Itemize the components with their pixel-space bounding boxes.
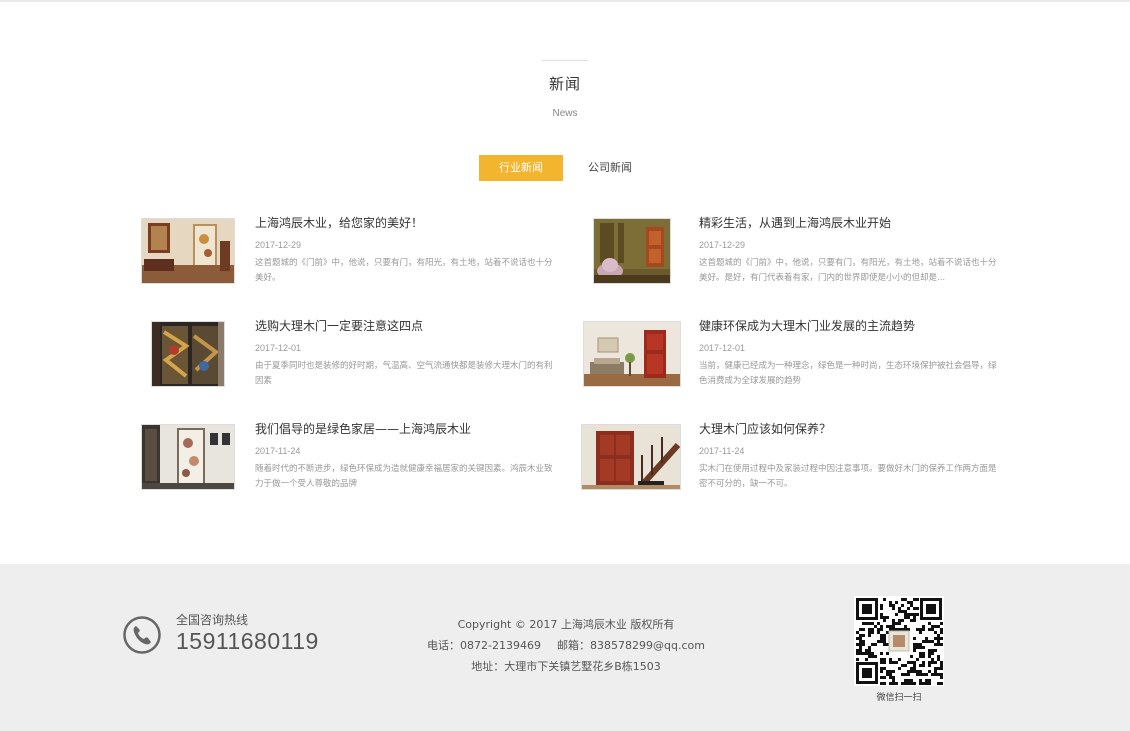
- contact-address: 地址：大理市下关镇艺墅花乡B栋1503: [471, 660, 661, 673]
- hotline-number[interactable]: 15911680119: [176, 628, 319, 655]
- news-section-header: 新闻 News: [0, 60, 1130, 119]
- contact-email[interactable]: 邮箱：838578299@qq.com: [557, 639, 705, 652]
- news-date: 2017-12-01: [699, 343, 746, 353]
- title-rule: [542, 60, 588, 61]
- news-thumbnail[interactable]: [581, 424, 681, 490]
- news-item[interactable]: 选购大理木门一定要注意这四点 2017-12-01 由于夏季同时也是装修的好时期…: [141, 319, 581, 401]
- news-title[interactable]: 上海鸿辰木业，给您家的美好！: [255, 214, 555, 231]
- news-item[interactable]: 上海鸿辰木业，给您家的美好！ 2017-12-29 这首题城的《门前》中，他说，…: [141, 216, 581, 298]
- tab-industry-news[interactable]: 行业新闻: [479, 155, 563, 181]
- qr-label: 微信扫一扫: [876, 693, 922, 703]
- news-title[interactable]: 选购大理木门一定要注意这四点: [255, 317, 555, 334]
- copyright-text: Copyright © 2017 上海鸿辰木业 版权所有: [457, 618, 675, 631]
- news-summary: 这首题城的《门前》中，他说，只要有门，有阳光，有土地，站着不说话也十分美好。: [255, 258, 553, 283]
- news-summary: 随着时代的不断进步，绿色环保成为造就健康幸福居家的关键因素。鸿辰木业致力于做一个…: [255, 464, 553, 489]
- news-item[interactable]: 大理木门应该如何保养？ 2017-11-24 实木门在使用过程中及家装过程中因注…: [581, 422, 1025, 504]
- news-thumbnail[interactable]: [593, 218, 671, 284]
- news-title[interactable]: 健康环保成为大理木门业发展的主流趋势: [699, 317, 999, 334]
- news-thumbnail[interactable]: [141, 218, 235, 284]
- news-date: 2017-11-24: [699, 446, 745, 456]
- phone-icon: [123, 616, 161, 654]
- news-item[interactable]: 健康环保成为大理木门业发展的主流趋势 2017-12-01 当前，健康已经成为一…: [583, 319, 1025, 401]
- news-summary: 这首题城的《门前》中，他说，只要有门，有阳光，有土地，站着不说话也十分美好。是好…: [699, 258, 997, 283]
- news-summary: 由于夏季同时也是装修的好时期，气温高、空气流通快都是装修大理木门的有利因素: [255, 361, 553, 386]
- news-title[interactable]: 我们倡导的是绿色家居——上海鸿辰木业: [255, 420, 555, 437]
- news-item[interactable]: 精彩生活，从遇到上海鸿辰木业开始 2017-12-29 这首题城的《门前》中，他…: [585, 216, 1025, 298]
- news-title[interactable]: 大理木门应该如何保养？: [699, 420, 999, 437]
- news-summary: 实木门在使用过程中及家装过程中因注意事项。要做好木门的保养工作两方面是密不可分的…: [699, 464, 997, 489]
- news-summary: 当前，健康已经成为一种理念，绿色是一种时尚，生态环境保护被社会倡导，绿色消费成为…: [699, 361, 997, 386]
- news-date: 2017-11-24: [255, 446, 301, 456]
- hotline-label: 全国咨询热线: [176, 613, 249, 627]
- top-divider: [0, 0, 1130, 2]
- news-item[interactable]: 我们倡导的是绿色家居——上海鸿辰木业 2017-11-24 随着时代的不断进步，…: [141, 422, 581, 504]
- news-thumbnail[interactable]: [141, 424, 235, 490]
- copyright-block: Copyright © 2017 上海鸿辰木业 版权所有 电话：0872-213…: [380, 614, 752, 677]
- news-date: 2017-12-29: [699, 240, 746, 250]
- news-date: 2017-12-29: [255, 240, 302, 250]
- section-subtitle: News: [552, 108, 578, 119]
- news-thumbnail[interactable]: [583, 321, 681, 387]
- news-title[interactable]: 精彩生活，从遇到上海鸿辰木业开始: [699, 214, 999, 231]
- tab-company-news[interactable]: 公司新闻: [563, 155, 657, 181]
- news-tabs: 行业新闻 公司新闻: [479, 155, 657, 181]
- section-title: 新闻: [548, 75, 581, 93]
- news-date: 2017-12-01: [255, 343, 302, 353]
- contact-phone: 电话：0872-2139469: [427, 639, 541, 652]
- site-footer: 全国咨询热线 15911680119 Copyright © 2017 上海鸿辰…: [0, 564, 1130, 731]
- wechat-qr-code: [854, 596, 944, 686]
- news-thumbnail[interactable]: [151, 321, 225, 387]
